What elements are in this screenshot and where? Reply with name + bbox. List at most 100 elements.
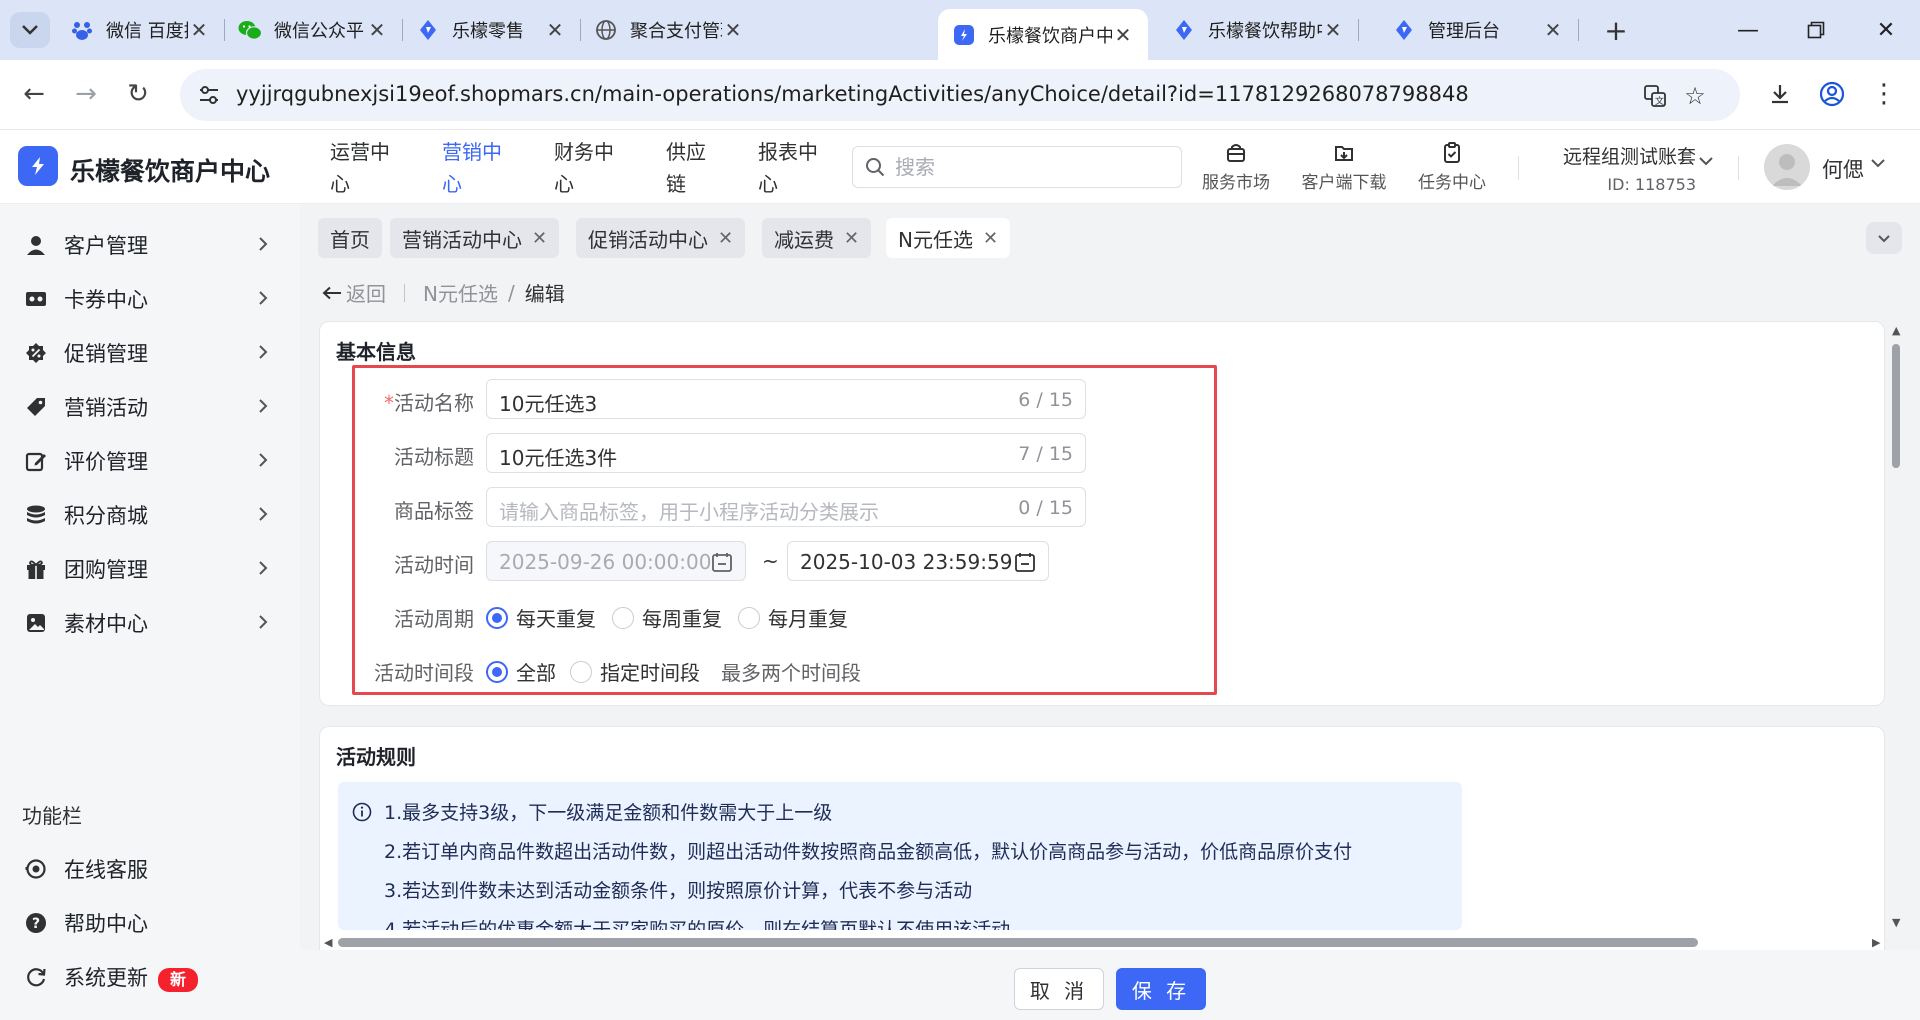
cycle-daily-radio[interactable]: 每天重复 [486, 603, 596, 632]
chevron-down-icon[interactable] [1698, 156, 1714, 166]
page-tab-marketing-center[interactable]: 营销活动中心 ✕ [390, 218, 560, 258]
sidebar-item-reviews[interactable]: 评价管理 [0, 434, 300, 488]
close-icon[interactable]: ✕ [1322, 18, 1344, 42]
product-tag-input[interactable]: 请输入商品标签，用于小程序活动分类展示 0 / 15 [486, 487, 1086, 527]
scrollbar-thumb[interactable] [338, 938, 1698, 947]
scroll-down-icon[interactable]: ▼ [1892, 916, 1900, 929]
page-tab-n-yuan-any-choice[interactable]: N元任选 ✕ [886, 218, 1011, 258]
top-nav-marketing[interactable]: 营销中心 [442, 136, 512, 200]
end-date-picker[interactable]: 2025-10-03 23:59:59 [787, 541, 1049, 581]
breadcrumb-parent[interactable]: N元任选 [423, 278, 498, 307]
browser-tab[interactable]: 聚合支付管理 ✕ [580, 9, 758, 51]
rule-line: 2.若订单内商品件数超出活动件数，则超出活动件数按照商品金额高低，默认价高商品参… [384, 841, 1353, 863]
horizontal-scrollbar[interactable]: ◀ ▶ [324, 934, 1886, 950]
close-icon[interactable]: ✕ [544, 18, 566, 42]
activity-title-input[interactable]: 10元任选3件 7 / 15 [486, 433, 1086, 473]
calendar-icon [1015, 553, 1035, 572]
browser-menu-icon[interactable]: ⋮ [1864, 74, 1904, 114]
char-counter: 0 / 15 [1018, 497, 1073, 519]
browser-tab-active[interactable]: 乐檬餐饮商户中心 ✕ [938, 9, 1148, 60]
sidebar-item-group-buying[interactable]: 团购管理 [0, 542, 300, 596]
help-icon: ? [24, 911, 48, 935]
tab-search-button[interactable] [10, 12, 50, 48]
brand-logo-icon[interactable] [18, 146, 58, 186]
close-icon[interactable]: ✕ [1112, 23, 1134, 47]
scrollbar-thumb[interactable] [1892, 344, 1900, 468]
tabs-more-button[interactable] [1866, 222, 1902, 254]
profile-icon[interactable] [1812, 74, 1852, 114]
page-tab-home[interactable]: 首页 [318, 218, 382, 258]
cycle-monthly-radio[interactable]: 每月重复 [738, 603, 848, 632]
browser-tab[interactable]: 管理后台 ✕ [1378, 9, 1579, 51]
store-icon [1227, 144, 1245, 162]
top-nav-finance[interactable]: 财务中心 [554, 136, 624, 200]
breadcrumb: 返回 N元任选 / 编辑 [322, 278, 565, 307]
search-input[interactable] [895, 154, 1165, 180]
sidebar-item-online-support[interactable]: 在线客服 [0, 842, 300, 896]
translate-icon[interactable]: 文 [1640, 81, 1670, 111]
account-switcher[interactable]: 远程组测试账套 ID: 118753 [1540, 142, 1696, 194]
sidebar-item-points-mall[interactable]: 积分商城 [0, 488, 300, 542]
user-name[interactable]: 何偲 [1822, 154, 1864, 184]
back-link[interactable]: 返回 [322, 278, 386, 307]
downloads-icon[interactable] [1760, 74, 1800, 114]
sidebar-item-help-center[interactable]: ? 帮助中心 [0, 896, 300, 950]
cancel-button[interactable]: 取 消 [1014, 968, 1104, 1010]
form-footer: 取 消 保 存 [300, 950, 1920, 1020]
close-icon[interactable]: ✕ [188, 18, 210, 42]
minimize-button[interactable]: — [1714, 0, 1782, 60]
period-all-radio[interactable]: 全部 [486, 657, 556, 686]
close-icon[interactable]: ✕ [532, 228, 547, 249]
client-download-button[interactable]: 客户端下载 [1296, 140, 1392, 193]
close-icon[interactable]: ✕ [366, 18, 388, 42]
page-tab-shipping-discount[interactable]: 减运费 ✕ [762, 218, 872, 258]
account-id: ID: 118753 [1607, 175, 1696, 194]
close-icon[interactable]: ✕ [844, 228, 859, 249]
sidebar-item-label: 系统更新 [64, 966, 148, 990]
reload-button[interactable]: ↻ [118, 74, 158, 114]
close-icon[interactable]: ✕ [1542, 18, 1564, 42]
start-date-picker[interactable]: 2025-09-26 00:00:00 [486, 541, 746, 581]
avatar[interactable] [1764, 144, 1810, 190]
browser-tab[interactable]: 乐檬餐饮帮助中心 ✕ [1158, 9, 1359, 51]
sidebar-item-marketing-activities[interactable]: 营销活动 [0, 380, 300, 434]
bookmark-star-icon[interactable]: ☆ [1680, 81, 1710, 111]
top-nav-operations[interactable]: 运营中心 [330, 136, 400, 200]
tool-label: 客户端下载 [1301, 173, 1387, 193]
new-tab-button[interactable]: + [1598, 12, 1634, 48]
sidebar-item-system-update[interactable]: 系统更新新 [0, 950, 300, 1004]
back-button[interactable]: ← [14, 74, 54, 114]
chevron-right-icon [259, 561, 268, 575]
page-tab-promotion-center[interactable]: 促销活动中心 ✕ [576, 218, 746, 258]
period-specific-radio[interactable]: 指定时间段 [570, 657, 700, 686]
scroll-right-icon[interactable]: ▶ [1872, 936, 1880, 949]
forward-button[interactable]: → [66, 74, 106, 114]
address-bar[interactable]: yyjjrqgubnexjsi19eof.shopmars.cn/main-op… [180, 69, 1740, 121]
scroll-left-icon[interactable]: ◀ [324, 936, 332, 949]
scroll-up-icon[interactable]: ▲ [1892, 324, 1900, 337]
chevron-down-icon[interactable] [1870, 158, 1886, 168]
top-nav-supply-chain[interactable]: 供应链 [666, 136, 712, 200]
close-icon[interactable]: ✕ [722, 18, 744, 42]
save-button[interactable]: 保 存 [1116, 968, 1206, 1010]
restore-button[interactable] [1782, 0, 1850, 60]
browser-tab[interactable]: 乐檬零售 ✕ [402, 9, 581, 51]
global-search[interactable] [852, 146, 1182, 188]
sidebar-item-materials[interactable]: 素材中心 [0, 596, 300, 650]
sidebar-item-customers[interactable]: 客户管理 [0, 218, 300, 272]
task-center-button[interactable]: 任务中心 [1412, 140, 1492, 193]
cycle-weekly-radio[interactable]: 每周重复 [612, 603, 722, 632]
sidebar-item-coupons[interactable]: 卡券中心 [0, 272, 300, 326]
service-market-button[interactable]: 服务市场 [1196, 140, 1276, 193]
user-avatar-icon [1772, 154, 1802, 186]
browser-tab[interactable]: 微信公众平台 ✕ [224, 9, 403, 51]
browser-tab[interactable]: 微信 百度搜索 ✕ [56, 9, 225, 51]
close-icon[interactable]: ✕ [983, 228, 998, 249]
activity-name-input[interactable]: 10元任选3 6 / 15 [486, 379, 1086, 419]
close-icon[interactable]: ✕ [718, 228, 733, 249]
close-window-button[interactable]: ✕ [1852, 0, 1920, 60]
top-nav-reports[interactable]: 报表中心 [758, 136, 828, 200]
vertical-scrollbar[interactable]: ▲ ▼ [1888, 322, 1904, 934]
sidebar-item-promotions[interactable]: 促销管理 [0, 326, 300, 380]
browser-tab-title: 乐檬餐饮帮助中心 [1208, 21, 1322, 42]
